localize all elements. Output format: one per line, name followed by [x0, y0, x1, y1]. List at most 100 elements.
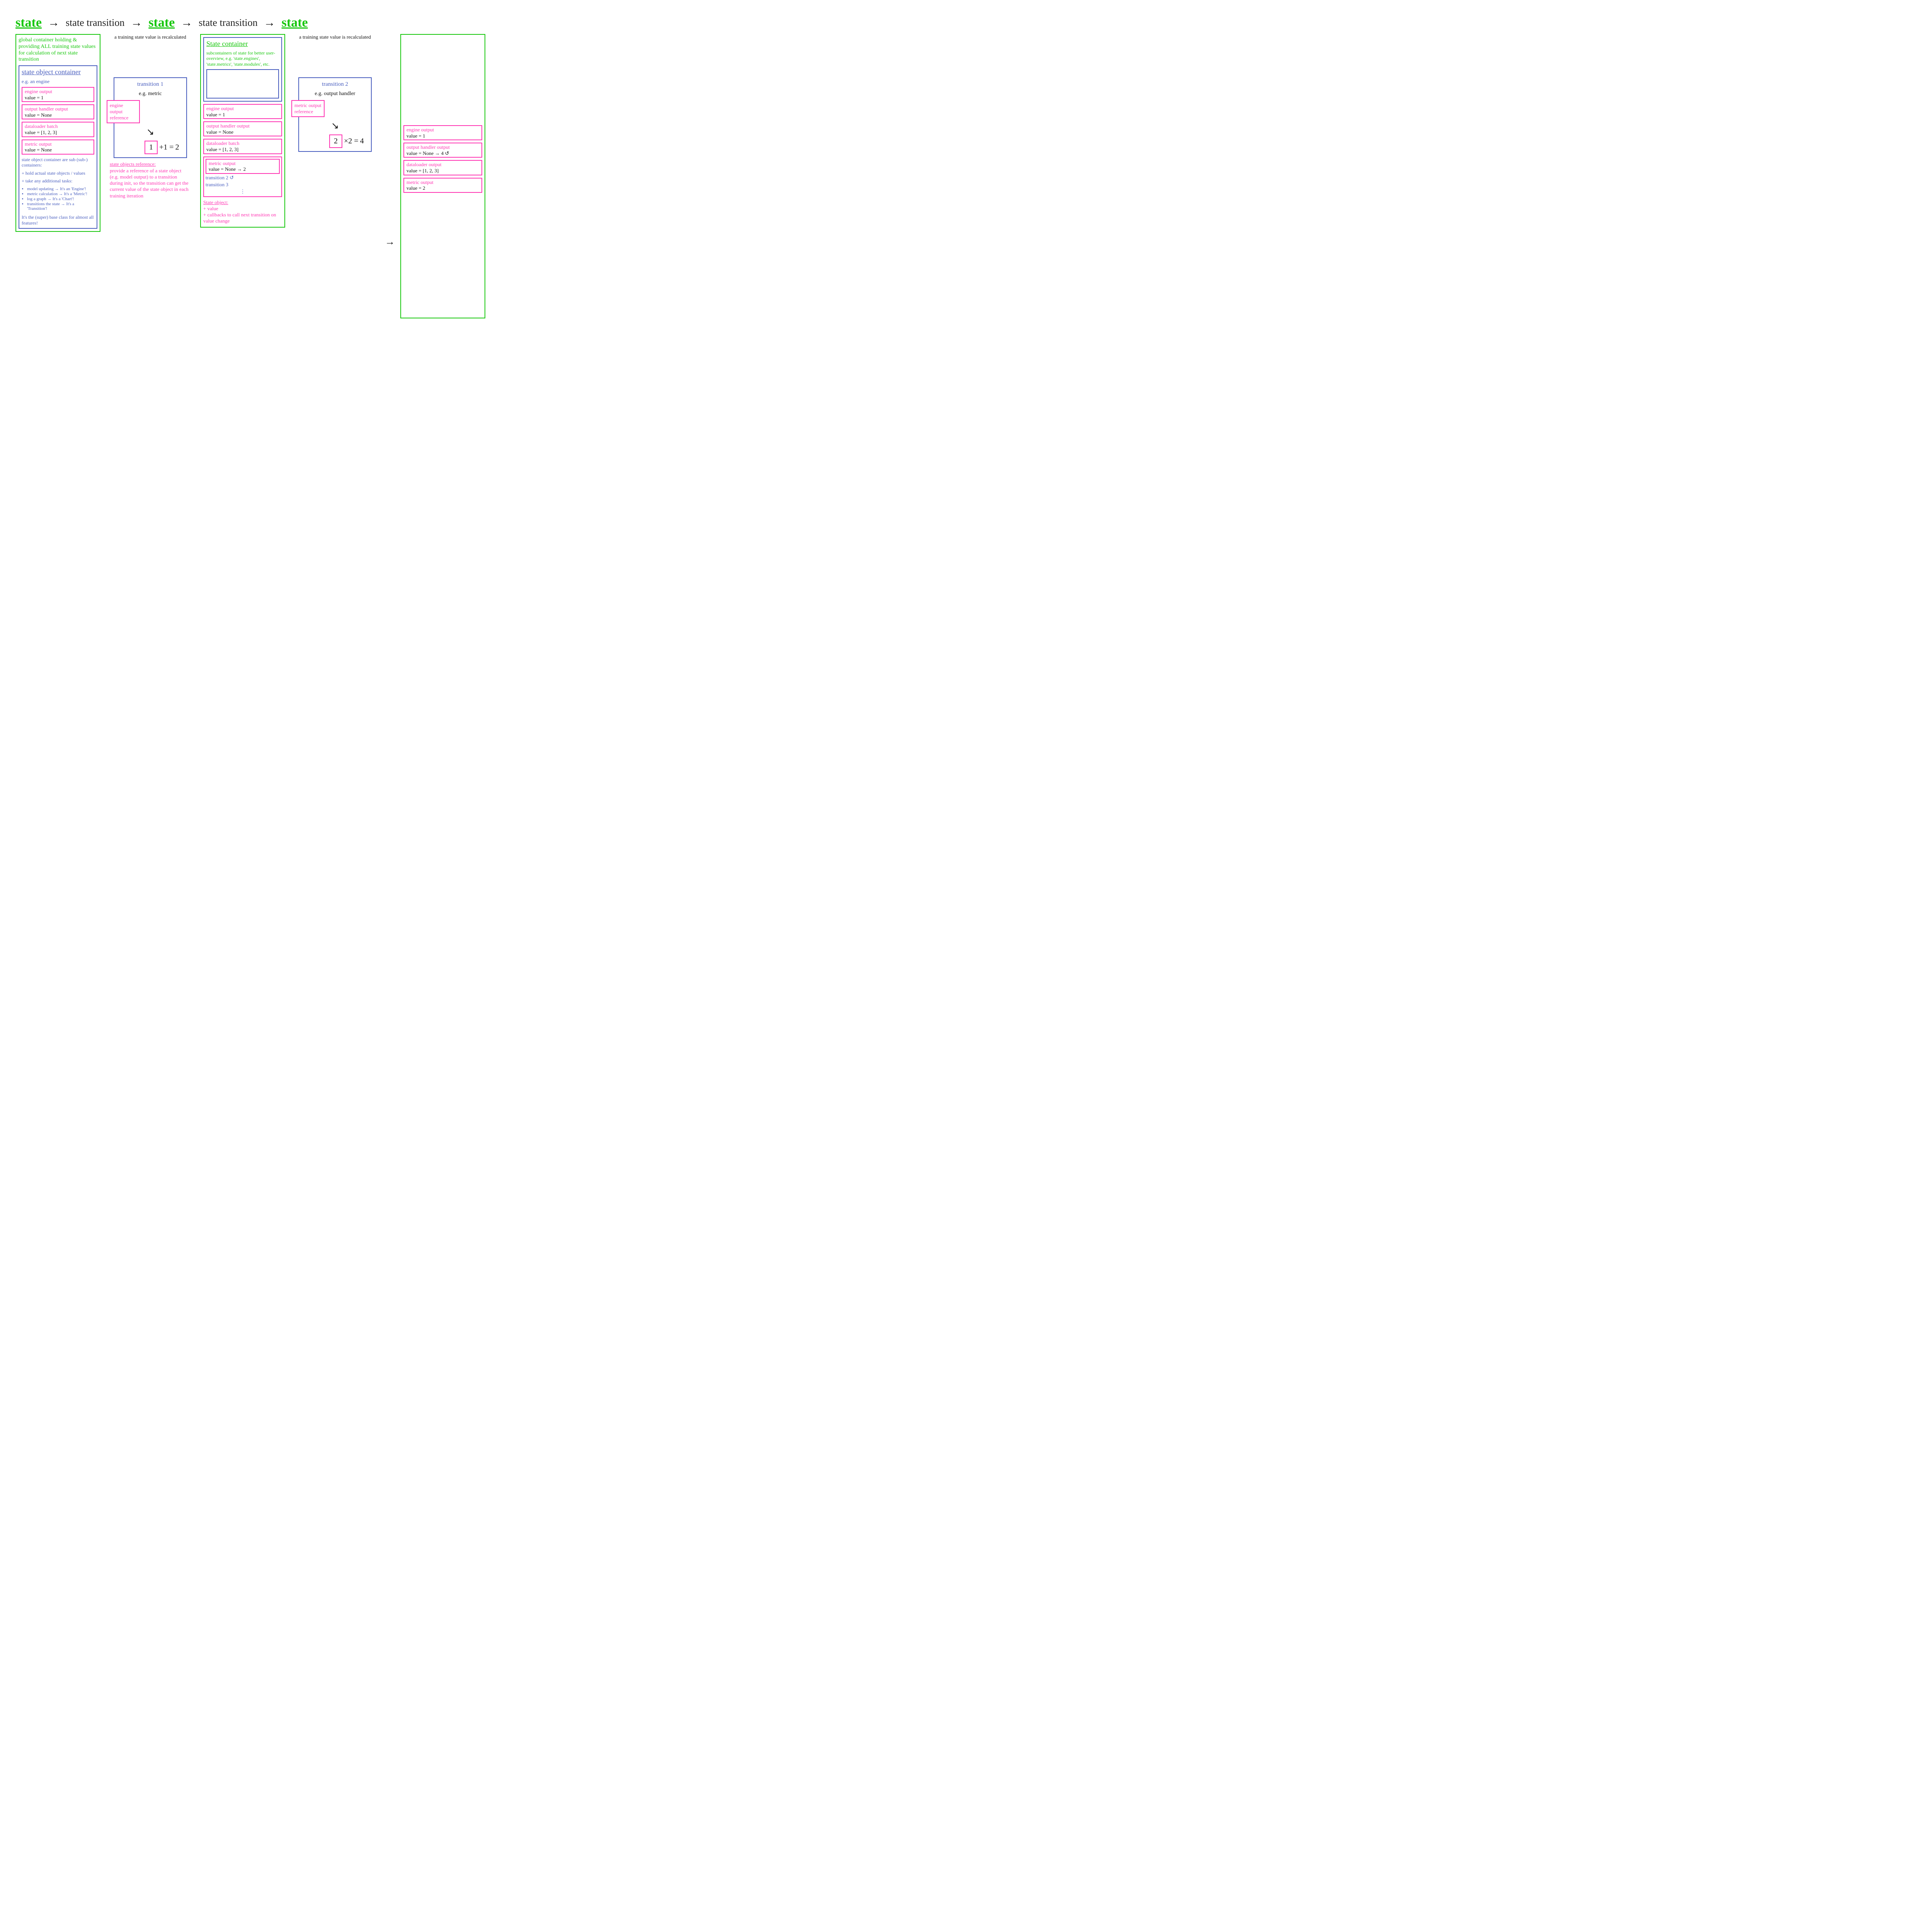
dataloader-value: value = [1, 2, 3]: [206, 146, 279, 153]
dataloader-box: dataloader batch value = [1, 2, 3]: [22, 122, 94, 137]
arrow-icon: →: [46, 16, 61, 29]
arrow-icon: →: [262, 16, 277, 29]
state-intro: global container holding & providing ALL…: [19, 37, 97, 63]
metric-output-label: metric output: [406, 179, 479, 185]
metric-output-value: value = 2: [406, 185, 479, 191]
output-handler-value: value = None → 4 ↺: [406, 150, 479, 156]
transition-box-subtitle: e.g. metric: [117, 91, 183, 97]
engine-output-box: engine output value = 1: [203, 104, 282, 119]
curved-arrow-icon: ↘: [331, 120, 339, 131]
title-state-2: state: [148, 15, 175, 30]
engine-output-value: value = 1: [406, 133, 479, 139]
metric-output-value: value = None: [25, 147, 91, 153]
state-object-note-body: + value + callbacks to call next transit…: [203, 206, 276, 224]
calc-result: 2: [175, 143, 179, 152]
dataloader-label: dataloader batch: [25, 123, 91, 129]
transition-note: a training state value is recalculated: [114, 34, 186, 40]
output-handler-label: output handler output: [206, 123, 279, 129]
state-column-2: State container subcontainers of state f…: [200, 34, 285, 228]
dataloader-label: dataloader batch: [206, 140, 279, 146]
title-state-1: state: [15, 15, 42, 30]
engine-output-value: value = 1: [25, 95, 91, 101]
state-subcontainer-empty: [206, 69, 279, 99]
transition-callback-2: transition 2 ↺: [206, 175, 280, 181]
arrow-icon: →: [129, 16, 144, 29]
state-box-1: global container holding & providing ALL…: [15, 34, 100, 232]
transition-box-2: transition 2 e.g. output handler metric …: [298, 77, 372, 152]
reference-note-title: state objects reference:: [110, 161, 156, 167]
soc-task-item: transitions the state → It's a 'Transiti…: [27, 202, 94, 211]
transition-column-2: a training state value is recalculated t…: [291, 34, 379, 152]
output-handler-box: output handler output value = None: [22, 104, 94, 119]
title-transition-2: state transition: [199, 17, 257, 29]
transition-box-title: transition 1: [117, 81, 183, 88]
output-handler-label: output handler output: [25, 106, 91, 112]
dataloader-value: value = [1, 2, 3]: [25, 129, 91, 136]
calc-expression-2: 2 ×2 = 4: [314, 134, 368, 148]
output-handler-value: value = None: [206, 129, 279, 135]
engine-output-label: engine output: [25, 88, 91, 95]
soc-task-item: model updating → It's an 'Engine'!: [27, 187, 94, 191]
soc-task-list: model updating → It's an 'Engine'! metri…: [27, 187, 94, 211]
metric-output-reference-box: metric output reference: [291, 100, 325, 117]
engine-output-value: value = 1: [206, 112, 279, 118]
dataloader-box: dataloader output value = [1, 2, 3]: [403, 160, 482, 175]
metric-output-box: metric output value = 2: [403, 178, 482, 193]
transition-callback-3: transition 3: [206, 182, 280, 188]
output-handler-label: output handler output: [406, 144, 479, 150]
soc-task-item: metric calculation → It's a 'Metric'!: [27, 192, 94, 196]
transition-box-subtitle: e.g. output handler: [302, 91, 368, 97]
curved-arrow-icon: ↘: [146, 126, 154, 138]
metric-output-label: metric output: [209, 160, 277, 167]
soc-note-4: It's the (super) base class for almost a…: [22, 214, 94, 226]
calc-input-value: 2: [329, 134, 342, 148]
dataloader-value: value = [1, 2, 3]: [406, 168, 479, 174]
engine-output-box: engine output value = 1: [403, 125, 482, 140]
state-container-body: subcontainers of state for better user-o…: [206, 50, 279, 67]
metric-output-box: metric output value = None: [22, 139, 94, 155]
soc-task-item: log a graph → It's a 'Chart'!: [27, 197, 94, 201]
transition-box-title: transition 2: [302, 81, 368, 88]
soc-subtitle: e.g. an engine: [22, 78, 94, 85]
engine-output-label: engine output: [406, 127, 479, 133]
title-transition-1: state transition: [66, 17, 124, 29]
transition-box-1: transition 1 e.g. metric engine output r…: [114, 77, 187, 158]
engine-output-label: engine output: [206, 105, 279, 112]
state-container: State container subcontainers of state f…: [203, 37, 282, 102]
soc-note-2: + hold actual state objects / values: [22, 170, 94, 176]
dataloader-box: dataloader batch value = [1, 2, 3]: [203, 139, 282, 154]
engine-output-reference-box: engine output reference: [107, 100, 140, 123]
dataloader-label: dataloader output: [406, 162, 479, 168]
calc-input-value: 1: [145, 141, 158, 154]
reference-note-body: provide a reference of a state object (e…: [110, 168, 189, 199]
state-object-reference-note: state objects reference: provide a refer…: [110, 161, 191, 199]
soc-title: state object container: [22, 68, 94, 76]
state-box-2: State container subcontainers of state f…: [200, 34, 285, 228]
transition-column-1: a training state value is recalculated t…: [106, 34, 195, 199]
calc-result: 4: [360, 137, 364, 146]
soc-note-1: state object container are sub (sub-) co…: [22, 157, 94, 168]
metric-output-label: metric output: [25, 141, 91, 147]
state-object-container-1: state object container e.g. an engine en…: [19, 65, 97, 229]
transition-callback-dots: ⋮: [206, 189, 280, 195]
header-row: state → state transition → state → state…: [15, 15, 526, 30]
state-container-title: State container: [206, 40, 279, 48]
metric-output-value: value = None → 2: [209, 166, 277, 172]
calc-op: +1 =: [159, 143, 174, 152]
state-column-1: global container holding & providing ALL…: [15, 34, 100, 232]
metric-output-box: metric output value = None → 2: [206, 159, 280, 174]
engine-output-box: engine output value = 1: [22, 87, 94, 102]
state-object-note: State object: + value + callbacks to cal…: [203, 199, 282, 225]
output-handler-box: output handler output value = None: [203, 121, 282, 136]
metric-output-with-transitions: metric output value = None → 2 transitio…: [203, 156, 282, 197]
calc-expression-1: 1 +1 = 2: [129, 141, 183, 154]
main-row: global container holding & providing ALL…: [15, 34, 526, 318]
state-object-note-title: State object:: [203, 199, 228, 205]
state-column-3: engine output value = 1 output handler o…: [400, 34, 485, 318]
arrow-icon: →: [179, 16, 194, 29]
flow-arrow-icon: →: [385, 236, 395, 248]
output-handler-value: value = None: [25, 112, 91, 118]
transition-note: a training state value is recalculated: [299, 34, 371, 40]
output-handler-box: output handler output value = None → 4 ↺: [403, 143, 482, 158]
soc-note-3: + take any additional tasks:: [22, 178, 94, 184]
